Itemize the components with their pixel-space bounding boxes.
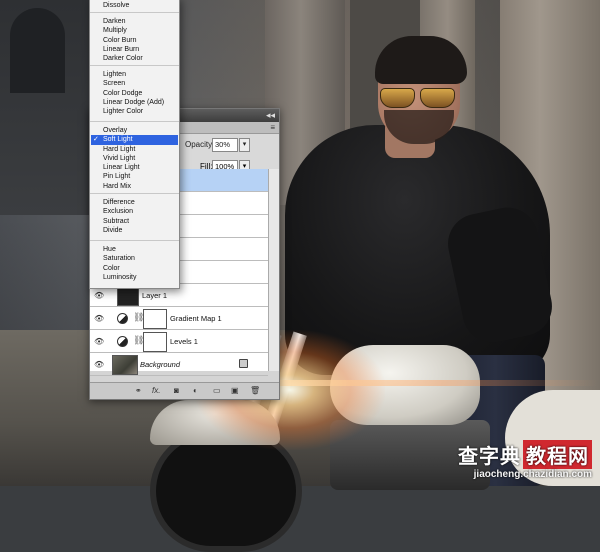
layer-row[interactable]: 👁 ⛓ Gradient Map 1 xyxy=(90,307,268,330)
lock-icon xyxy=(239,359,248,368)
church-window-area xyxy=(0,0,95,215)
blend-mode-item[interactable]: Hard Light xyxy=(103,145,135,154)
rider-hair xyxy=(375,36,467,84)
blend-mode-item[interactable]: Hard Mix xyxy=(103,182,131,191)
blend-mode-item[interactable]: Color xyxy=(103,264,120,273)
collapse-icon[interactable]: ◂◂ xyxy=(266,109,275,122)
watermark-title: 查字典 教程网 xyxy=(458,440,592,469)
menu-separator xyxy=(90,65,179,66)
blend-mode-item[interactable]: Darken xyxy=(103,17,126,26)
blend-mode-item[interactable]: Hue xyxy=(103,245,116,254)
layer-mask-thumbnail[interactable] xyxy=(143,309,167,329)
layer-thumbnail xyxy=(112,355,138,375)
trash-icon[interactable]: 🗑 xyxy=(250,386,260,395)
blend-mode-item[interactable]: Color Dodge xyxy=(103,89,142,98)
church-window xyxy=(10,8,65,93)
eye-icon[interactable]: 👁 xyxy=(94,291,104,300)
menu-separator xyxy=(90,12,179,13)
blend-mode-item[interactable]: Screen xyxy=(103,79,125,88)
menu-separator xyxy=(90,193,179,194)
opacity-input[interactable]: 30% xyxy=(212,138,238,152)
eye-icon[interactable]: 👁 xyxy=(94,314,104,323)
checkmark-icon: ✓ xyxy=(93,136,99,144)
blend-mode-item[interactable]: Linear Light xyxy=(103,163,140,172)
blend-mode-item[interactable]: Lighter Color xyxy=(103,107,143,116)
blend-mode-item[interactable]: Divide xyxy=(103,226,122,235)
layer-name: Gradient Map 1 xyxy=(170,314,222,323)
blend-mode-item[interactable]: Exclusion xyxy=(103,207,133,216)
watermark-boxed-text: 教程网 xyxy=(523,440,592,469)
menu-separator xyxy=(90,240,179,241)
layer-name: Background xyxy=(140,360,181,369)
blend-mode-item[interactable]: Linear Dodge (Add) xyxy=(103,98,164,107)
opacity-label: Opacity: xyxy=(185,140,215,149)
adjustment-layer-icon xyxy=(117,336,128,347)
adjustment-layer-icon xyxy=(117,313,128,324)
layer-name: Levels 1 xyxy=(170,337,198,346)
blend-mode-item[interactable]: Lighten xyxy=(103,70,126,79)
watermark: 查字典 教程网 jiaocheng.chazidian.com xyxy=(458,440,592,480)
blend-mode-item[interactable]: Luminosity xyxy=(103,273,136,282)
watermark-main-text: 查字典 xyxy=(458,446,521,468)
blend-mode-item[interactable]: Difference xyxy=(103,198,135,207)
folder-icon[interactable]: ▭ xyxy=(213,386,221,395)
layer-list-scrollbar[interactable] xyxy=(268,169,279,371)
eye-icon[interactable]: 👁 xyxy=(94,360,104,369)
blend-mode-item[interactable]: Overlay xyxy=(103,126,127,135)
blend-mode-item[interactable]: Saturation xyxy=(103,254,135,263)
blend-mode-item[interactable]: Linear Burn xyxy=(103,45,139,54)
panel-menu-icon[interactable]: ≡ xyxy=(270,123,275,132)
sunglasses xyxy=(380,88,458,108)
panel-footer: ⚭ fx. ◙ ◐ ▭ ▣ 🗑 xyxy=(90,382,279,399)
adjustment-icon[interactable]: ◐ xyxy=(193,386,198,395)
menu-separator xyxy=(90,121,179,122)
layer-thumbnail xyxy=(117,286,139,306)
layer-row[interactable]: 👁 ⛓ Levels 1 xyxy=(90,330,268,353)
blend-mode-item[interactable]: Darker Color xyxy=(103,54,143,63)
mask-icon[interactable]: ◙ xyxy=(174,386,179,395)
layer-row[interactable]: 👁 Background xyxy=(90,353,268,376)
blend-mode-item[interactable]: Subtract xyxy=(103,217,129,226)
blend-mode-item[interactable]: Pin Light xyxy=(103,172,130,181)
layer-mask-thumbnail[interactable] xyxy=(143,332,167,352)
watermark-url: jiaocheng.chazidian.com xyxy=(473,469,592,480)
blend-mode-item[interactable]: Dissolve xyxy=(103,1,129,10)
blend-mode-item[interactable]: Multiply xyxy=(103,26,127,35)
blend-mode-item[interactable]: Soft Light xyxy=(103,135,133,144)
blend-mode-item[interactable]: Color Burn xyxy=(103,36,136,45)
blend-mode-menu: Dissolve Darken Multiply Color Burn Linear B… xyxy=(89,0,180,289)
eye-icon[interactable]: 👁 xyxy=(94,337,104,346)
link-icon[interactable]: ⚭ xyxy=(135,386,142,395)
layer-name: Layer 1 xyxy=(142,291,168,300)
fx-icon[interactable]: fx. xyxy=(152,386,160,395)
new-layer-icon[interactable]: ▣ xyxy=(231,386,239,395)
opacity-dropdown-icon[interactable]: ▾ xyxy=(239,138,250,152)
blend-mode-item[interactable]: Vivid Light xyxy=(103,154,135,163)
